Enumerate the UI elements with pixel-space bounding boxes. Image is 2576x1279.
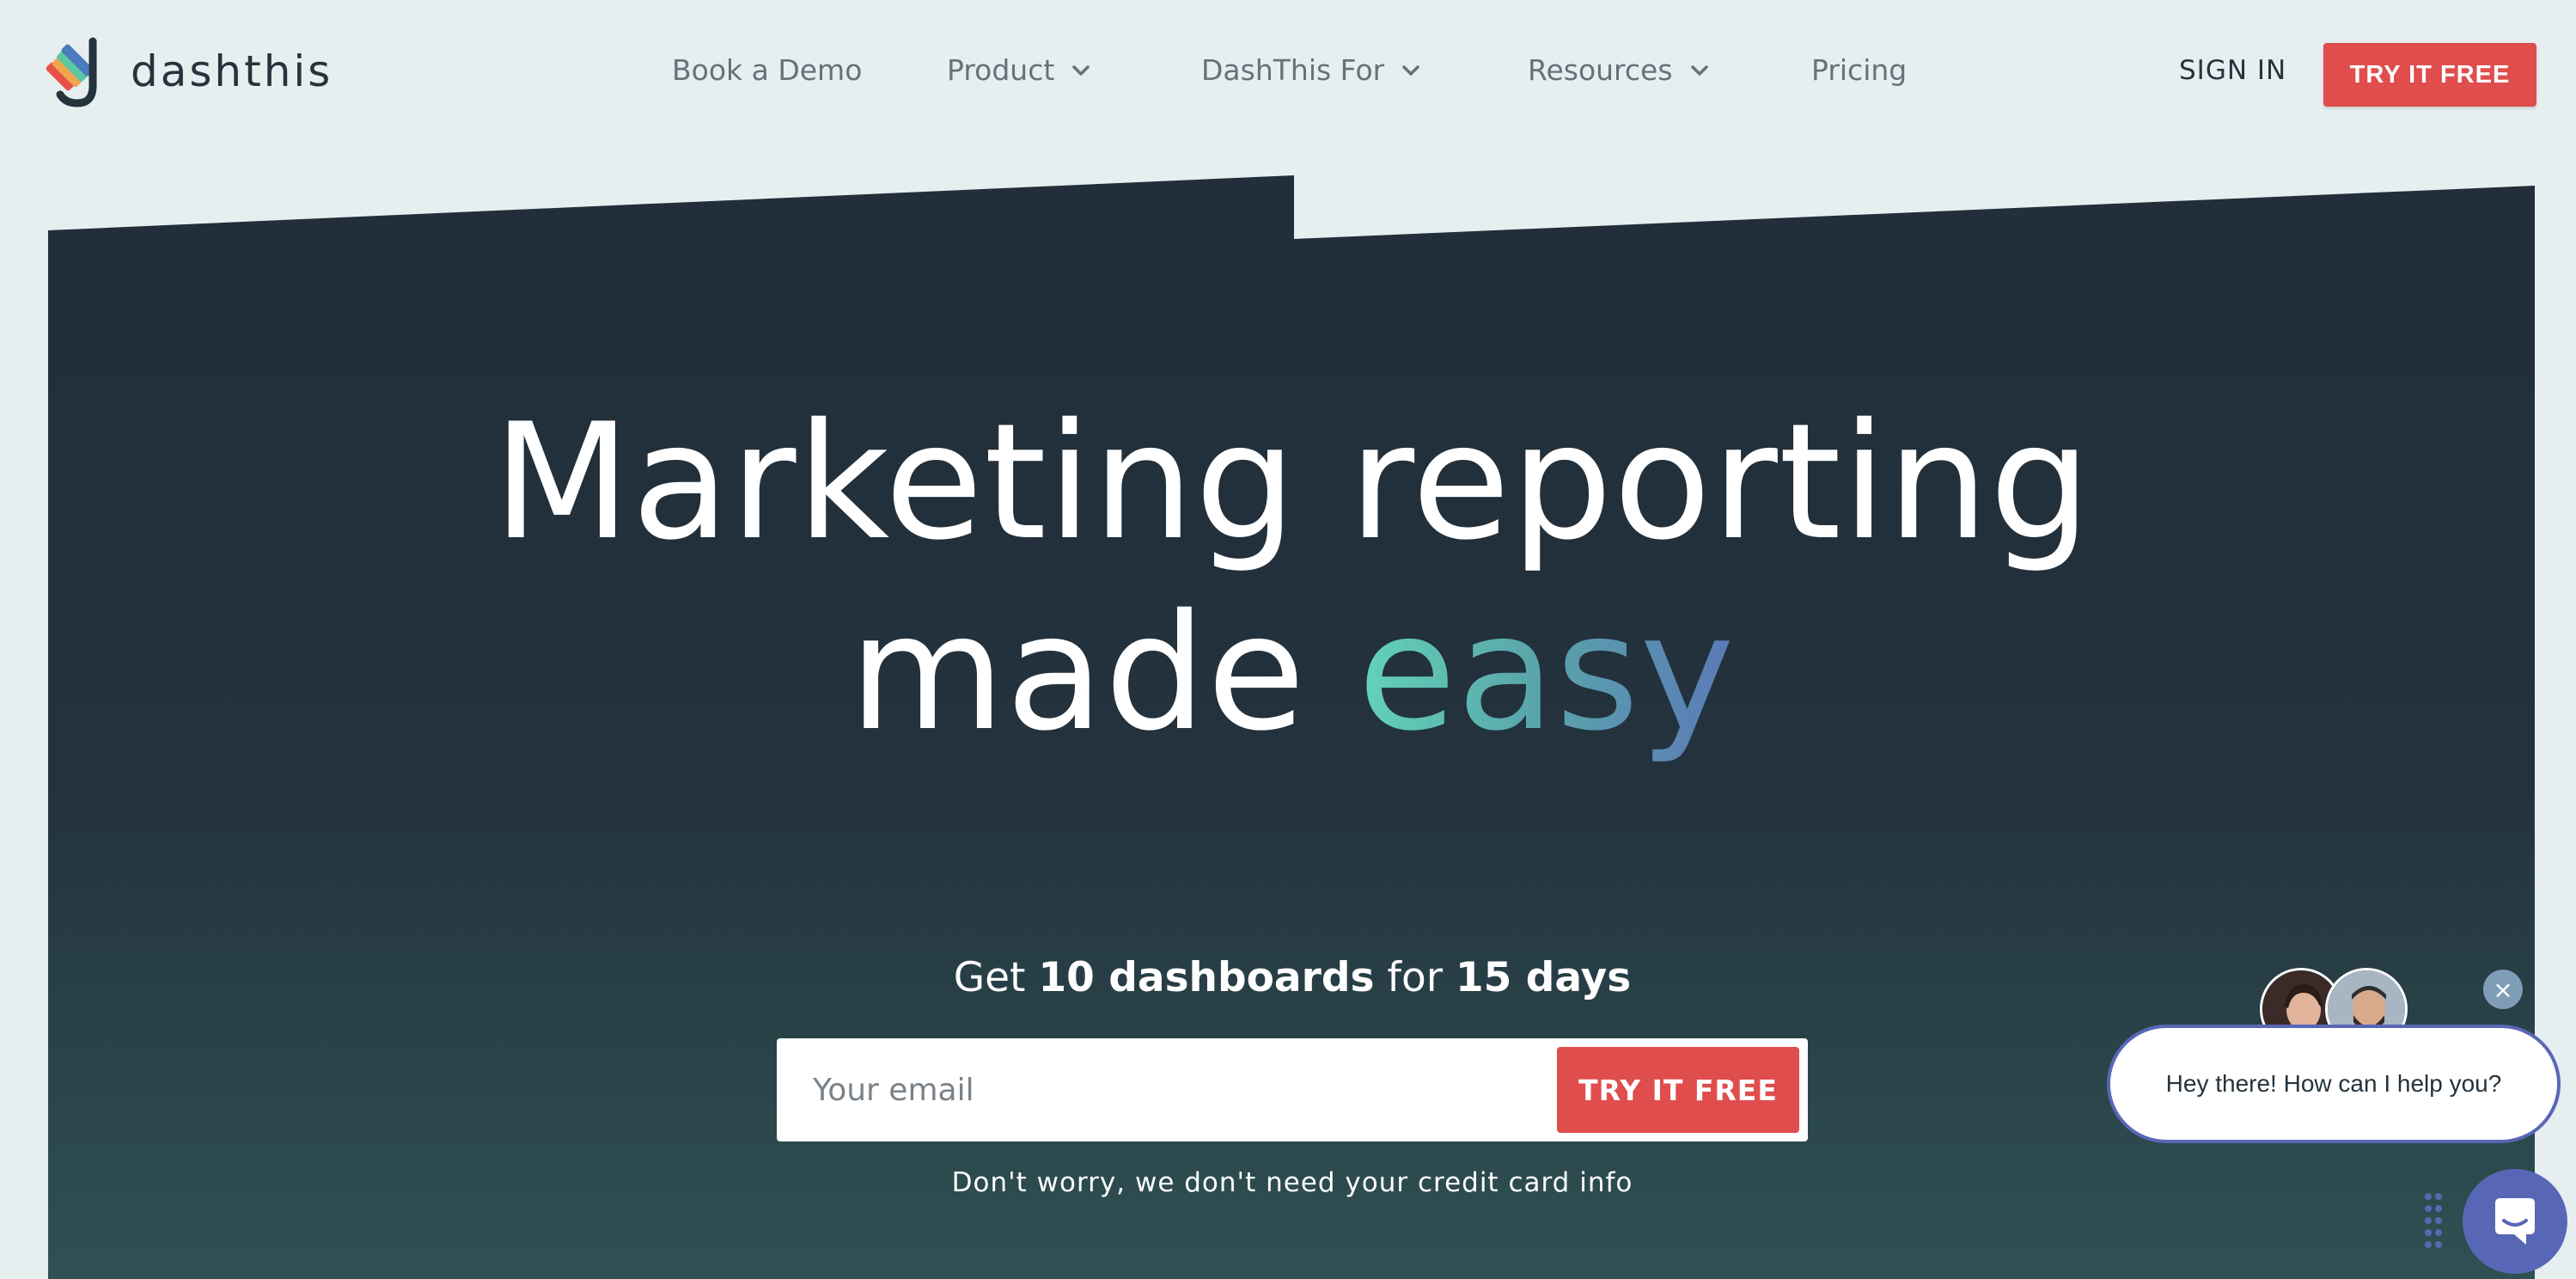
- nav-resources[interactable]: Resources: [1528, 53, 1709, 87]
- offer-prefix: Get: [953, 954, 1026, 1001]
- sign-in-link[interactable]: SIGN IN: [2179, 55, 2286, 86]
- nav-pricing-label: Pricing: [1811, 53, 1908, 87]
- try-it-free-submit-button[interactable]: TRY IT FREE: [1557, 1047, 1799, 1133]
- chevron-down-icon: [1690, 64, 1708, 76]
- chat-greeting-bubble[interactable]: Hey there! How can I help you?: [2107, 1025, 2561, 1143]
- logo[interactable]: dashthis: [46, 34, 333, 108]
- email-input[interactable]: [811, 1061, 1450, 1119]
- credit-card-note: Don't worry, we don't need your credit c…: [951, 1167, 1633, 1198]
- close-icon: ×: [2493, 975, 2513, 1004]
- chat-bubble-icon: [2495, 1198, 2535, 1245]
- nav-dashthis-for-label: DashThis For: [1201, 53, 1385, 87]
- nav-book-demo-label: Book a Demo: [672, 53, 863, 87]
- offer-mid: for: [1387, 954, 1444, 1001]
- drag-handle-icon[interactable]: [2423, 1191, 2444, 1250]
- try-it-free-header-button[interactable]: TRY IT FREE: [2323, 43, 2536, 107]
- nav-product-label: Product: [947, 53, 1055, 87]
- offer-days: 15 days: [1455, 954, 1632, 1001]
- headline-line-1: Marketing reporting: [492, 389, 2092, 575]
- nav-dashthis-for[interactable]: DashThis For: [1201, 53, 1420, 87]
- chat-greeting-text: Hey there! How can I help you?: [2165, 1070, 2502, 1097]
- headline-easy-highlight: easy: [1358, 579, 1736, 766]
- chat-launcher-button[interactable]: [2463, 1169, 2567, 1274]
- dashthis-logo-icon: [46, 37, 97, 107]
- logo-text: dashthis: [131, 46, 333, 96]
- hero-headline: Marketing reporting made easy: [0, 387, 2576, 768]
- nav-resources-label: Resources: [1528, 53, 1673, 87]
- offer-dashboards: 10 dashboards: [1038, 954, 1375, 1001]
- headline-line-2: made easy: [0, 578, 2576, 768]
- headline-made: made: [849, 579, 1307, 766]
- nav-pricing[interactable]: Pricing: [1811, 53, 1907, 87]
- signup-form: TRY IT FREE: [777, 1038, 1808, 1141]
- chevron-down-icon: [1402, 64, 1419, 76]
- nav-product[interactable]: Product: [947, 53, 1090, 87]
- offer-text: Get 10 dashboards for 15 days: [0, 954, 2576, 1001]
- nav-book-demo[interactable]: Book a Demo: [672, 53, 862, 87]
- chevron-down-icon: [1072, 64, 1090, 76]
- chat-close-button[interactable]: ×: [2483, 970, 2523, 1009]
